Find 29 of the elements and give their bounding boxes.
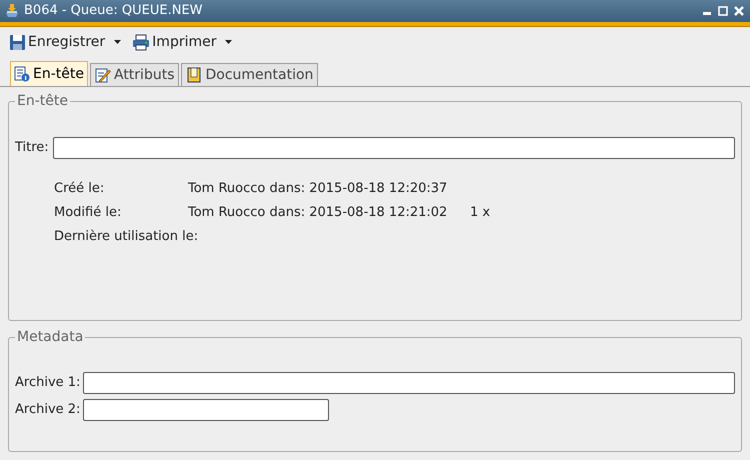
change-count: 1 x (470, 204, 490, 220)
field-label: Archive 1: (15, 374, 79, 392)
field-label: Archive 2: (15, 401, 79, 420)
archive-field[interactable] (83, 372, 735, 394)
info-value: Tom Ruocco dans: 2015-08-18 12:20:37 (188, 180, 448, 196)
maximize-icon[interactable] (718, 6, 728, 16)
toolbar-button[interactable]: Imprimer (132, 32, 234, 52)
toolbar-button[interactable]: Enregistrer (9, 32, 122, 52)
info-label: Créé le: (54, 180, 106, 196)
caret-icon (224, 39, 234, 45)
title-field[interactable] (52, 137, 735, 159)
archive-field[interactable] (83, 399, 329, 421)
info-label: Dernière utilisation le: (54, 228, 198, 244)
stack-icon (4, 3, 20, 19)
document-info-icon (14, 66, 30, 82)
tab[interactable]: Attributs (90, 63, 180, 86)
field-label: Titre: (15, 139, 49, 158)
group-title: En-tête (16, 92, 69, 111)
window-title: B064 - Queue: QUEUE.NEW (24, 2, 203, 20)
pencil-document-icon (94, 67, 111, 83)
close-icon[interactable] (734, 6, 744, 16)
caret-icon (113, 39, 122, 45)
info-value: Tom Ruocco dans: 2015-08-18 12:21:02 (188, 204, 448, 220)
tab[interactable]: En-tête (10, 61, 88, 86)
group-title: Metadata (16, 328, 84, 347)
printer-icon (132, 34, 150, 50)
info-label: Modifié le: (54, 204, 122, 220)
book-icon (186, 67, 202, 83)
tab[interactable]: Documentation (181, 63, 318, 86)
